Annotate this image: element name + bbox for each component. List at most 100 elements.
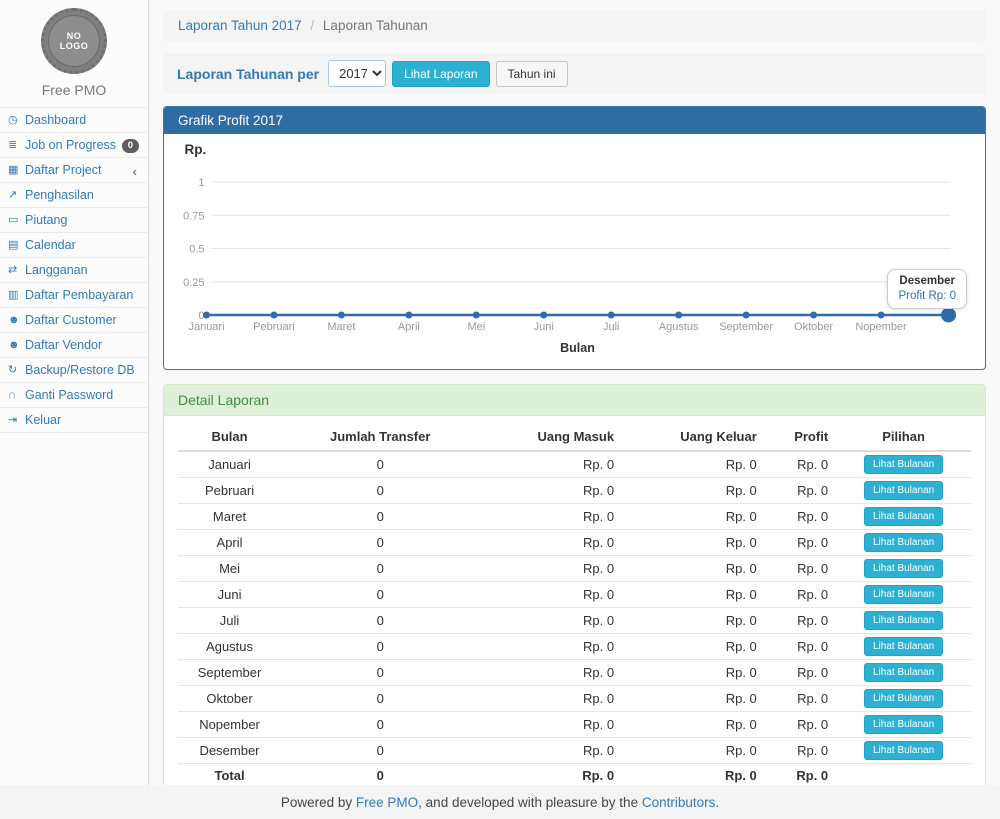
sidebar-item-daftar-vendor[interactable]: ☻Daftar Vendor <box>0 333 148 358</box>
money-icon: ▭ <box>8 213 25 228</box>
view-month-button[interactable]: Lihat Bulanan <box>864 689 943 708</box>
table-cell: Agustus <box>178 634 281 660</box>
detail-panel-title: Detail Laporan <box>164 385 985 416</box>
table-row: Maret0Rp. 0Rp. 0Rp. 0Lihat Bulanan <box>178 504 971 530</box>
table-cell: Rp. 0 <box>622 556 765 582</box>
table-cell: 0 <box>281 530 479 556</box>
view-month-button[interactable]: Lihat Bulanan <box>864 741 943 760</box>
view-month-button[interactable]: Lihat Bulanan <box>864 507 943 526</box>
view-month-button[interactable]: Lihat Bulanan <box>864 455 943 474</box>
sidebar-item-langganan[interactable]: ⇄Langganan <box>0 258 148 283</box>
data-point <box>878 312 885 319</box>
tooltip-title: Desember <box>898 275 956 287</box>
x-tick-label: Maret <box>327 321 355 333</box>
table-cell: Rp. 0 <box>765 608 836 634</box>
sidebar-item-label: Calendar <box>25 238 139 253</box>
table-row: Pebruari0Rp. 0Rp. 0Rp. 0Lihat Bulanan <box>178 478 971 504</box>
footer-link-freepmo[interactable]: Free PMO <box>356 795 418 810</box>
data-point <box>473 312 480 319</box>
y-axis-label: Rp. <box>185 142 207 157</box>
column-header-uang-keluar: Uang Keluar <box>622 424 765 451</box>
view-month-button[interactable]: Lihat Bulanan <box>864 481 943 500</box>
footer-link-contributors[interactable]: Contributors. <box>642 795 719 810</box>
sidebar-item-label: Job on Progress <box>25 138 122 153</box>
lock-icon: ∩ <box>8 388 25 403</box>
page: NO LOGO Free PMO ◷Dashboard≣Job on Progr… <box>0 0 1000 785</box>
column-header-uang-masuk: Uang Masuk <box>479 424 622 451</box>
sidebar-item-label: Ganti Password <box>25 388 139 403</box>
data-point <box>810 312 817 319</box>
table-cell: 0 <box>281 712 479 738</box>
y-tick-label: 1 <box>198 177 204 189</box>
table-row: Desember0Rp. 0Rp. 0Rp. 0Lihat Bulanan <box>178 738 971 764</box>
table-cell: Rp. 0 <box>765 712 836 738</box>
view-month-button[interactable]: Lihat Bulanan <box>864 611 943 630</box>
data-point <box>338 312 345 319</box>
table-row: Januari0Rp. 0Rp. 0Rp. 0Lihat Bulanan <box>178 451 971 478</box>
current-year-button[interactable]: Tahun ini <box>496 61 568 87</box>
table-row: September0Rp. 0Rp. 0Rp. 0Lihat Bulanan <box>178 660 971 686</box>
sidebar-item-label: Langganan <box>25 263 139 278</box>
view-report-button[interactable]: Lihat Laporan <box>392 61 489 87</box>
data-point <box>270 312 277 319</box>
table-cell: Mei <box>178 556 281 582</box>
sidebar-item-job-on-progress[interactable]: ≣Job on Progress0 <box>0 133 148 158</box>
chart-panel-title: Grafik Profit 2017 <box>164 107 985 134</box>
table-cell: Oktober <box>178 686 281 712</box>
table-cell-action: Lihat Bulanan <box>836 660 971 686</box>
y-tick-label: 0.75 <box>183 210 204 222</box>
x-tick-label: Mei <box>467 321 485 333</box>
sidebar-menu: ◷Dashboard≣Job on Progress0▦Daftar Proje… <box>0 107 148 433</box>
table-cell-action: Lihat Bulanan <box>836 504 971 530</box>
sidebar-item-label: Daftar Project <box>25 163 132 178</box>
sidebar-item-calendar[interactable]: ▤Calendar <box>0 233 148 258</box>
table-cell: 0 <box>281 504 479 530</box>
footer-prefix: Powered by <box>281 795 356 810</box>
sidebar-item-keluar[interactable]: ⇥Keluar <box>0 408 148 433</box>
table-cell: Rp. 0 <box>765 660 836 686</box>
table-cell: 0 <box>281 660 479 686</box>
sidebar-item-ganti-password[interactable]: ∩Ganti Password <box>0 383 148 408</box>
view-month-button[interactable]: Lihat Bulanan <box>864 559 943 578</box>
profit-line-chart[interactable]: Rp.10.750.50.250JanuariPebruariMaretApri… <box>178 138 971 363</box>
table-cell: Nopember <box>178 712 281 738</box>
sidebar-item-label: Daftar Pembayaran <box>25 288 139 303</box>
refresh-icon: ↻ <box>8 363 25 378</box>
x-tick-label: Oktober <box>794 321 833 333</box>
sidebar-item-dashboard[interactable]: ◷Dashboard <box>0 108 148 133</box>
table-cell: Rp. 0 <box>479 764 622 786</box>
users-icon: ☻ <box>8 313 25 328</box>
table-cell-action: Lihat Bulanan <box>836 451 971 478</box>
view-month-button[interactable]: Lihat Bulanan <box>864 663 943 682</box>
job-count-badge: 0 <box>122 139 139 153</box>
brand-name: Free PMO <box>0 78 148 107</box>
table-cell: 0 <box>281 738 479 764</box>
table-icon: ▦ <box>8 163 25 178</box>
sidebar-item-penghasilan[interactable]: ↗Penghasilan <box>0 183 148 208</box>
sidebar-item-piutang[interactable]: ▭Piutang <box>0 208 148 233</box>
sidebar-item-daftar-customer[interactable]: ☻Daftar Customer <box>0 308 148 333</box>
sidebar-item-daftar-project[interactable]: ▦Daftar Project‹ <box>0 158 148 183</box>
view-month-button[interactable]: Lihat Bulanan <box>864 533 943 552</box>
view-month-button[interactable]: Lihat Bulanan <box>864 637 943 656</box>
view-month-button[interactable]: Lihat Bulanan <box>864 715 943 734</box>
table-row: Juli0Rp. 0Rp. 0Rp. 0Lihat Bulanan <box>178 608 971 634</box>
users-icon: ☻ <box>8 338 25 353</box>
table-cell: 0 <box>281 451 479 478</box>
table-cell: 0 <box>281 556 479 582</box>
table-cell: April <box>178 530 281 556</box>
table-cell: Rp. 0 <box>622 686 765 712</box>
sidebar-item-backup-restore-db[interactable]: ↻Backup/Restore DB <box>0 358 148 383</box>
table-cell: Rp. 0 <box>479 556 622 582</box>
view-month-button[interactable]: Lihat Bulanan <box>864 585 943 604</box>
table-cell: Rp. 0 <box>479 478 622 504</box>
sidebar: NO LOGO Free PMO ◷Dashboard≣Job on Progr… <box>0 0 149 785</box>
dashboard-icon: ◷ <box>8 113 25 128</box>
table-cell: Rp. 0 <box>622 634 765 660</box>
x-tick-label: Pebruari <box>253 321 295 333</box>
breadcrumb-link[interactable]: Laporan Tahun 2017 <box>178 18 302 33</box>
table-cell: 0 <box>281 478 479 504</box>
sidebar-item-daftar-pembayaran[interactable]: ▥Daftar Pembayaran <box>0 283 148 308</box>
year-select[interactable]: 2017 <box>328 60 386 87</box>
table-cell-action: Lihat Bulanan <box>836 634 971 660</box>
